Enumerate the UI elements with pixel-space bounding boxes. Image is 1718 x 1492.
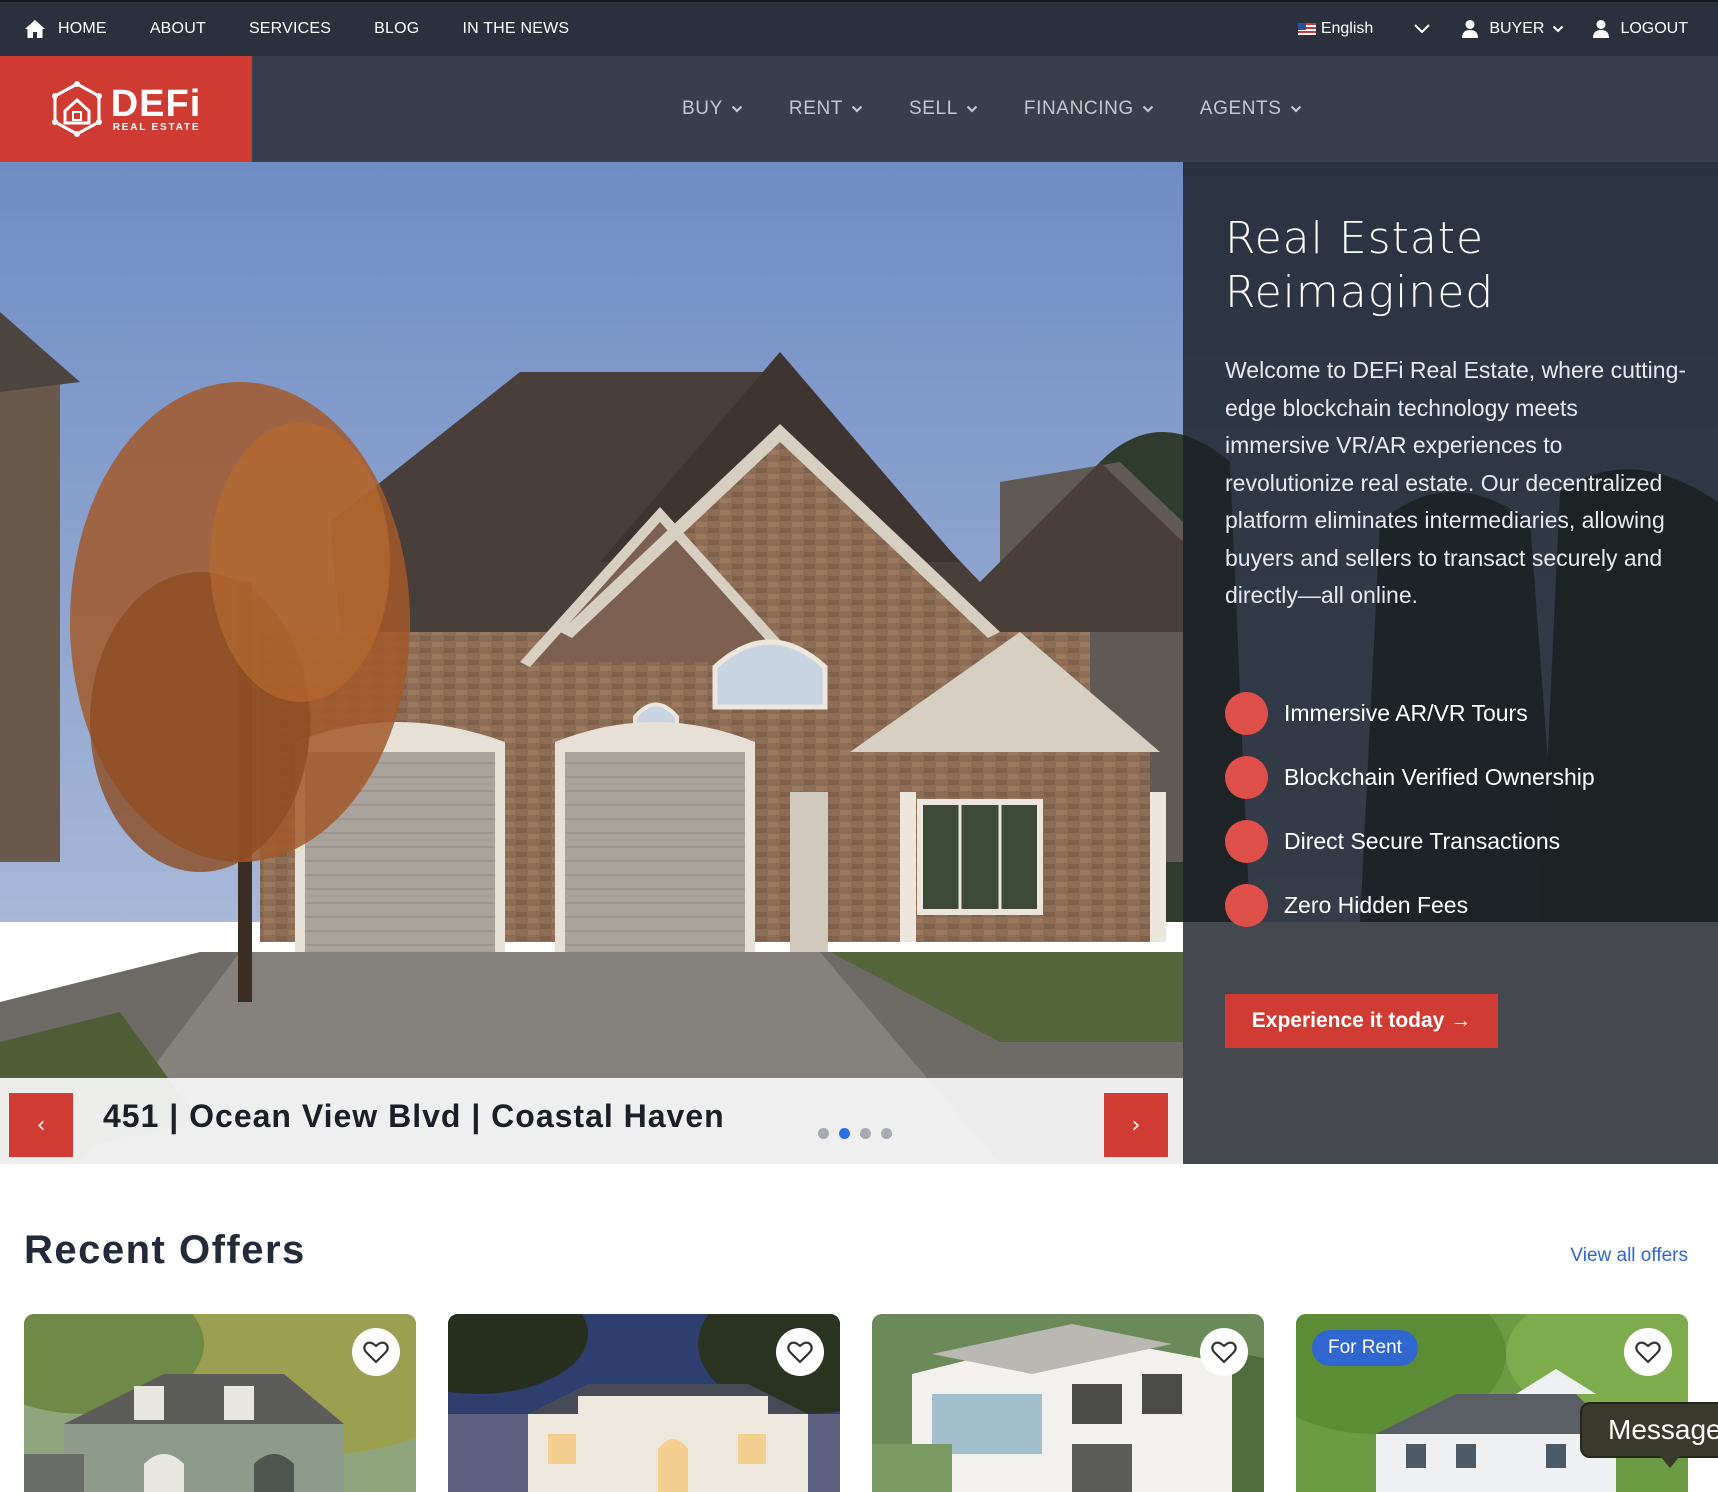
us-flag-icon [1297,23,1316,35]
feature-label: Immersive AR/VR Tours [1284,700,1528,726]
brand-logo[interactable]: DEFi REAL ESTATE [0,56,252,162]
nav-agents-label: AGENTS [1199,98,1282,119]
top-nav-services-label: SERVICES [248,20,332,37]
slide-dot[interactable] [881,1128,892,1139]
feature-item: Direct Secure Transactions [1225,820,1595,863]
nav-buy[interactable]: BUY [682,98,743,120]
slide-indicators [818,1128,902,1139]
hero-title: Real Estate Reimagined [1225,213,1495,318]
feature-bullet-icon [1225,756,1268,799]
favorite-button[interactable] [1200,1328,1248,1376]
favorite-button[interactable] [352,1328,400,1376]
main-nav-bar: DEFi REAL ESTATE BUY RENT SELL FINANCING… [0,56,1718,162]
chevron-down-icon [966,105,978,113]
slide-dot-active[interactable] [839,1128,850,1139]
favorite-button[interactable] [776,1328,824,1376]
chevron-down-icon [1142,105,1154,113]
main-nav: BUY RENT SELL FINANCING AGENTS [682,56,1348,162]
top-utility-bar: HOME ABOUT SERVICES BLOG IN THE NEWS Eng… [0,0,1718,56]
chevron-down-icon [1290,105,1301,113]
heart-icon [363,1341,389,1364]
slide-dot[interactable] [818,1128,829,1139]
chevron-down-icon [1414,24,1431,34]
slide-next-button[interactable]: › [1104,1093,1168,1157]
heart-icon [1635,1341,1661,1364]
top-nav-services[interactable]: SERVICES [249,20,331,38]
nav-rent-label: RENT [788,98,843,119]
top-nav-blog[interactable]: BLOG [374,20,419,38]
slide-dot[interactable] [860,1128,871,1139]
language-label: English [1320,20,1374,37]
top-nav-about[interactable]: ABOUT [150,20,206,38]
feature-label: Blockchain Verified Ownership [1284,764,1595,790]
feature-bullet-icon [1225,692,1268,735]
nav-agents[interactable]: AGENTS [1200,98,1302,120]
nav-buy-label: BUY [682,98,723,119]
recent-offers-heading: Recent Offers [24,1228,306,1272]
offer-card[interactable] [448,1314,840,1492]
logout-label: LOGOUT [1620,20,1688,37]
chevron-down-icon [1553,25,1564,33]
role-menu[interactable]: BUYER [1461,19,1564,39]
nav-rent[interactable]: RENT [789,98,863,120]
language-dropdown-toggle[interactable] [1413,23,1431,35]
role-label: BUYER [1489,20,1545,37]
feature-bullet-icon [1225,820,1268,863]
hero-section: Real Estate Reimagined Welcome to DEFi R… [0,162,1718,1164]
account-controls: English BUYER LOGOUT [1297,2,1688,56]
slide-prev-button[interactable]: ‹ [9,1093,73,1157]
logout-button[interactable]: LOGOUT [1592,19,1688,39]
brand-name: DEFi [110,82,202,125]
slide-caption: 451 | Ocean View Blvd | Coastal Haven [103,1098,725,1134]
home-icon [25,20,45,38]
favorite-button[interactable] [1624,1328,1672,1376]
nav-sell[interactable]: SELL [909,98,978,120]
top-nav-blog-label: BLOG [374,20,420,37]
feature-label: Zero Hidden Fees [1284,892,1469,918]
top-nav-in-the-news[interactable]: IN THE NEWS [462,20,569,38]
hero-description: Welcome to DEFi Real Estate, where cutti… [1225,357,1687,608]
offer-badge: For Rent [1312,1330,1418,1366]
experience-cta-button[interactable]: Experience it today → [1225,994,1498,1048]
view-all-offers-link[interactable]: View all offers [1570,1245,1688,1267]
feature-label: Direct Secure Transactions [1284,828,1561,854]
top-nav-home[interactable]: HOME [24,19,107,39]
nav-sell-label: SELL [909,98,958,119]
heart-icon [1211,1341,1237,1364]
chat-message-button[interactable]: Message [1580,1402,1718,1468]
logo-house-icon [51,81,102,137]
feature-item: Immersive AR/VR Tours [1225,692,1595,735]
offer-card[interactable] [872,1314,1264,1492]
feature-list: Immersive AR/VR Tours Blockchain Verifie… [1225,692,1595,948]
top-nav-about-label: ABOUT [149,20,206,37]
chevron-down-icon [731,105,743,113]
chevron-down-icon [851,105,863,113]
heart-icon [787,1341,813,1364]
slide-caption-bar: ‹ 451 | Ocean View Blvd | Coastal Haven … [0,1078,1183,1164]
nav-financing[interactable]: FINANCING [1024,98,1154,120]
top-nav-in-the-news-label: IN THE NEWS [462,20,570,37]
brand-wordmark: DEFi REAL ESTATE [110,82,202,133]
top-nav: HOME ABOUT SERVICES BLOG IN THE NEWS [24,2,612,56]
hero-info-panel: Real Estate Reimagined Welcome to DEFi R… [1183,162,1718,1164]
feature-item: Zero Hidden Fees [1225,884,1595,927]
language-selector[interactable]: English [1297,20,1374,38]
offer-card[interactable] [24,1314,416,1492]
brand-tagline: REAL ESTATE [112,121,201,133]
user-icon [1462,20,1479,38]
feature-bullet-icon [1225,884,1268,927]
nav-financing-label: FINANCING [1023,98,1134,119]
user-icon [1593,20,1610,38]
feature-item: Blockchain Verified Ownership [1225,756,1595,799]
top-nav-home-label: HOME [58,20,107,37]
